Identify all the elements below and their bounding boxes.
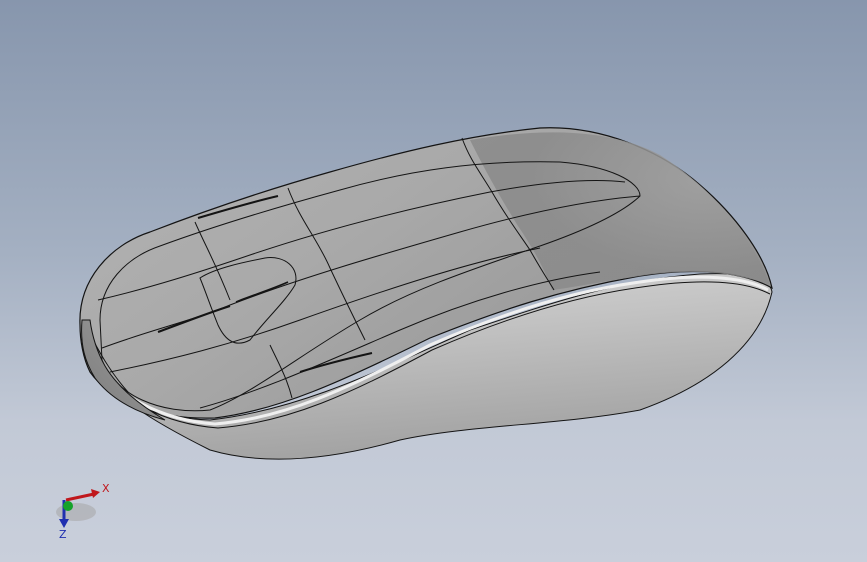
triad-z-arrow xyxy=(59,519,69,528)
triad-shadow xyxy=(56,503,96,521)
triad-x-label: X xyxy=(102,482,110,495)
triad-x-axis xyxy=(65,492,95,502)
triad-x-arrow xyxy=(91,489,100,498)
mouse-3d-model[interactable] xyxy=(0,0,867,562)
reference-triad: X Z xyxy=(56,482,110,541)
graphics-viewport[interactable]: X Z xyxy=(0,0,867,562)
triad-z-label: Z xyxy=(59,528,67,541)
triad-y-axis xyxy=(63,501,73,511)
